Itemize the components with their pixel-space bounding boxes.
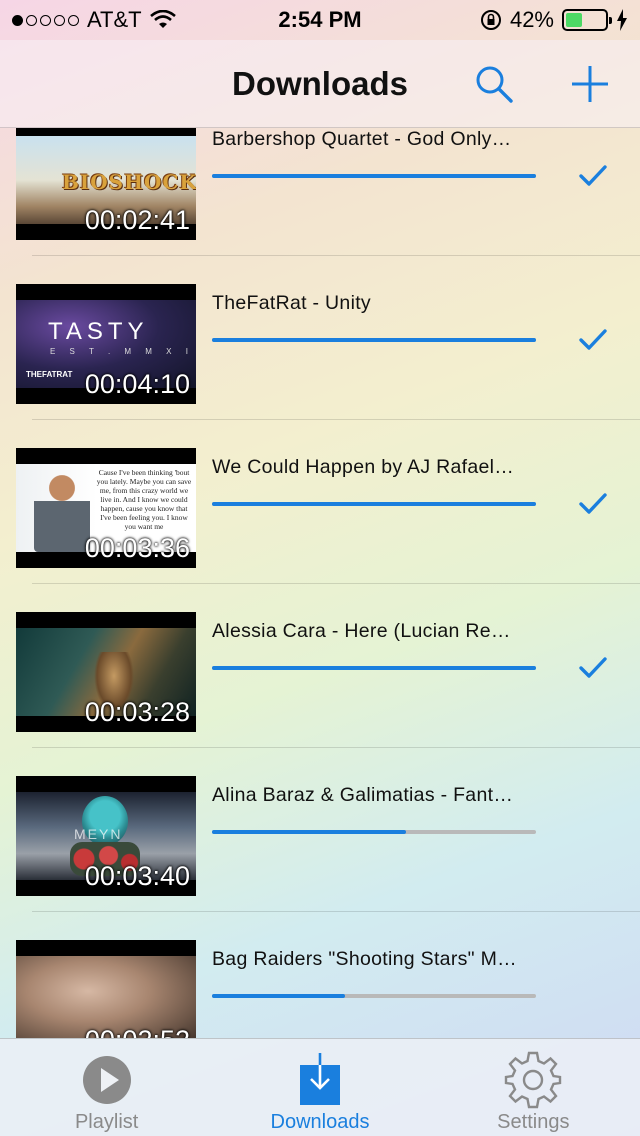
checkmark-icon — [579, 165, 607, 186]
video-title: Barbershop Quartet - God Only… — [212, 128, 512, 150]
video-duration: 00:02:52 — [85, 1025, 190, 1038]
tab-playlist[interactable]: Playlist — [0, 1039, 213, 1136]
tab-label: Playlist — [74, 1111, 139, 1133]
battery-percent: 42% — [509, 7, 554, 32]
tab-icon-wrap — [502, 1049, 564, 1111]
charging-bolt-icon — [617, 9, 627, 31]
list-item[interactable]: BIOSHOCK 00:02:41 Barbershop Quartet - G… — [0, 128, 640, 256]
video-duration: 00:04:10 — [84, 369, 190, 399]
video-duration: 00:03:36 — [84, 533, 190, 563]
carrier-label: AT&T — [87, 7, 142, 32]
download-progress-bar — [212, 666, 536, 670]
search-icon — [476, 66, 513, 103]
list-item[interactable]: MEYN 00:03:40 Alina Baraz & Galimatias -… — [0, 748, 640, 912]
thumbnail-mark: MEYN — [74, 826, 123, 842]
video-title: TheFatRat - Unity — [212, 292, 371, 314]
status-bar: AT&T 2:54 PM 42% — [0, 0, 640, 40]
progress-fill — [212, 994, 345, 998]
progress-fill — [212, 338, 536, 342]
tab-icon-wrap — [289, 1049, 351, 1111]
tab-settings[interactable]: Settings — [427, 1039, 640, 1136]
download-progress-bar — [212, 338, 536, 342]
downloads-list[interactable]: BIOSHOCK 00:02:41 Barbershop Quartet - G… — [0, 128, 640, 1038]
download-progress-bar — [212, 174, 536, 178]
video-title: Alina Baraz & Galimatias - Fant… — [212, 784, 514, 806]
video-title: We Could Happen by AJ Rafael… — [212, 456, 515, 478]
status-left: AT&T — [12, 7, 176, 33]
battery-level — [566, 13, 582, 27]
tab-icon-wrap — [76, 1049, 138, 1111]
video-title: Alessia Cara - Here (Lucian Re… — [212, 620, 511, 642]
status-right: 42% — [480, 7, 628, 33]
thumbnail-person — [34, 470, 90, 552]
rotation-lock-icon — [480, 10, 501, 30]
thumbnail-lyrics: Cause I've been thinking 'bout you latel… — [96, 468, 192, 531]
list-item[interactable]: Cause I've been thinking 'bout you latel… — [0, 420, 640, 584]
download-progress-bar — [212, 502, 536, 506]
thumbnail-brand: TASTY — [48, 318, 149, 345]
plus-icon — [572, 66, 608, 102]
battery-icon — [562, 9, 612, 31]
thumbnail-subtext: E S T . M M X I — [50, 347, 194, 356]
page-title: Downloads — [231, 64, 408, 102]
progress-fill — [212, 502, 536, 506]
nav-bar: Downloads — [0, 40, 640, 128]
video-thumbnail: 00:02:52 — [16, 940, 196, 1038]
tab-bar: Playlist Downloads Settings — [0, 1038, 640, 1136]
tab-downloads[interactable]: Downloads — [213, 1039, 426, 1136]
tab-label: Downloads — [270, 1111, 370, 1133]
search-button[interactable] — [472, 62, 516, 106]
checkmark-icon — [579, 657, 607, 678]
video-thumbnail: Cause I've been thinking 'bout you latel… — [16, 448, 196, 568]
list-item[interactable]: 00:02:52 Bag Raiders "Shooting Stars" M… — [0, 912, 640, 1038]
add-button[interactable] — [568, 62, 612, 106]
video-duration: 00:02:41 — [84, 205, 190, 235]
video-duration: 00:03:40 — [84, 861, 190, 891]
download-progress-bar — [212, 830, 536, 834]
checkmark-icon — [579, 493, 607, 514]
gear-icon — [505, 1051, 562, 1109]
video-title: Bag Raiders "Shooting Stars" M… — [212, 948, 517, 970]
progress-fill — [212, 666, 536, 670]
download-icon — [299, 1053, 340, 1105]
list-item[interactable]: TASTY E S T . M M X I THEFATRAT 00:04:10… — [0, 256, 640, 420]
thumbnail-logo: BIOSHOCK — [62, 170, 196, 194]
download-progress-bar — [212, 994, 536, 998]
video-thumbnail: BIOSHOCK 00:02:41 — [16, 128, 196, 240]
checkmark-icon — [579, 329, 607, 350]
video-thumbnail: TASTY E S T . M M X I THEFATRAT 00:04:10 — [16, 284, 196, 404]
signal-strength-icon — [12, 14, 79, 26]
list-item[interactable]: 00:03:28 Alessia Cara - Here (Lucian Re… — [0, 584, 640, 748]
video-duration: 00:03:28 — [84, 697, 190, 727]
play-circle-icon — [82, 1056, 131, 1104]
video-thumbnail: 00:03:28 — [16, 612, 196, 732]
progress-fill — [212, 174, 536, 178]
progress-fill — [212, 830, 407, 834]
tab-label: Settings — [497, 1111, 570, 1133]
video-thumbnail: MEYN 00:03:40 — [16, 776, 196, 896]
thumbnail-artist: THEFATRAT — [26, 370, 73, 379]
wifi-icon — [149, 10, 176, 28]
